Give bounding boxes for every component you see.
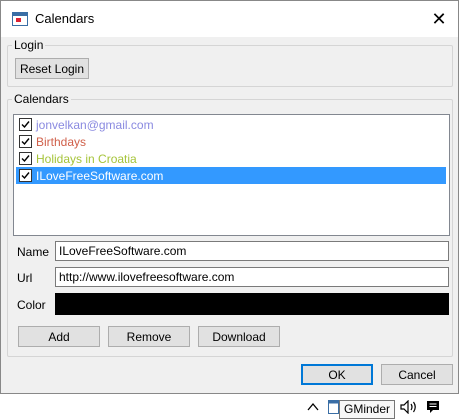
url-input[interactable]: [55, 267, 449, 287]
calendar-checkbox[interactable]: [19, 169, 32, 182]
name-label: Name: [17, 245, 50, 259]
calendars-dialog: Calendars ✕ Login Reset Login Calendars …: [0, 0, 459, 394]
close-button[interactable]: ✕: [420, 1, 458, 37]
cancel-button[interactable]: Cancel: [381, 364, 453, 385]
calendar-item-label: Birthdays: [36, 135, 87, 149]
add-button[interactable]: Add: [18, 326, 100, 347]
ok-button[interactable]: OK: [301, 364, 373, 385]
chevron-up-icon[interactable]: [307, 400, 319, 416]
calendar-list-item-selected[interactable]: ILoveFreeSoftware.com: [16, 167, 446, 184]
calendar-list-item[interactable]: Holidays in Croatia: [16, 150, 446, 167]
calendars-group-label: Calendars: [12, 92, 71, 106]
calendars-group: Calendars jonvelkan@gmail.com Birthdays …: [7, 92, 453, 357]
calendar-app-icon: [12, 12, 28, 26]
calendar-item-label: jonvelkan@gmail.com: [36, 118, 154, 132]
calendar-list-item[interactable]: Birthdays: [16, 133, 446, 150]
calendar-checkbox[interactable]: [19, 152, 32, 165]
url-label: Url: [17, 271, 33, 285]
login-group: Login Reset Login: [7, 38, 453, 87]
gminder-tooltip: GMinder: [339, 400, 396, 419]
color-label: Color: [17, 298, 46, 312]
window-title: Calendars: [35, 11, 95, 26]
notification-icon[interactable]: [426, 400, 440, 417]
download-button[interactable]: Download: [198, 326, 280, 347]
name-input[interactable]: [55, 241, 449, 261]
reset-login-button[interactable]: Reset Login: [15, 58, 89, 79]
speaker-icon[interactable]: [400, 399, 418, 417]
calendar-checkbox[interactable]: [19, 118, 32, 131]
calendar-list[interactable]: jonvelkan@gmail.com Birthdays Holidays i…: [13, 114, 450, 236]
title-bar: Calendars ✕: [1, 1, 458, 37]
login-group-label: Login: [12, 38, 46, 52]
checkmark-icon: [21, 155, 30, 163]
checkmark-icon: [21, 138, 30, 146]
checkmark-icon: [21, 121, 30, 129]
calendar-item-label: Holidays in Croatia: [36, 152, 137, 166]
gminder-tray-icon[interactable]: [328, 400, 339, 417]
calendar-checkbox[interactable]: [19, 135, 32, 148]
remove-button[interactable]: Remove: [108, 326, 190, 347]
checkmark-icon: [21, 172, 30, 180]
calendar-item-label: ILoveFreeSoftware.com: [36, 169, 164, 183]
calendar-list-item[interactable]: jonvelkan@gmail.com: [16, 116, 446, 133]
color-swatch[interactable]: [55, 293, 449, 315]
